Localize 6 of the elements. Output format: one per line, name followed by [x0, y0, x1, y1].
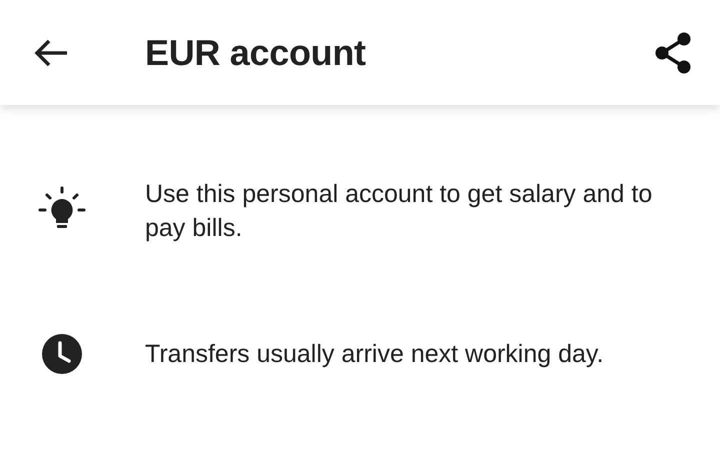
clock-icon — [41, 333, 83, 375]
info-text: Transfers usually arrive next working day. — [145, 339, 605, 370]
back-arrow-icon — [33, 38, 69, 68]
share-icon — [654, 32, 692, 74]
screen-title: EUR account — [145, 32, 367, 74]
info-text: Use this personal account to get salary and to pay bills. — [145, 179, 654, 244]
